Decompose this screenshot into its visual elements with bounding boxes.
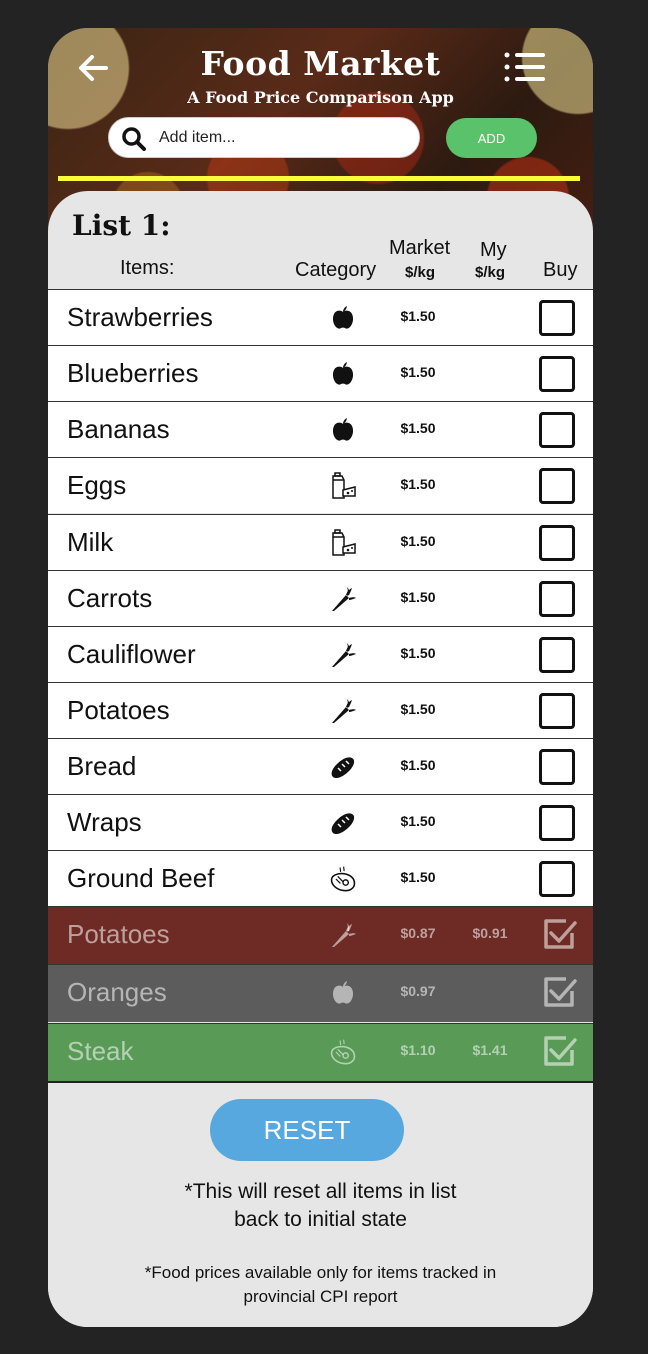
steak-icon bbox=[328, 1037, 358, 1067]
item-name: Eggs bbox=[67, 470, 127, 500]
item-name: Cauliflower bbox=[67, 639, 196, 669]
buy-checkbox[interactable] bbox=[539, 300, 575, 336]
cpi-note-line-2: provincial CPI report bbox=[243, 1287, 398, 1306]
milk-carton-cheese-icon bbox=[328, 471, 358, 501]
buy-checkbox[interactable] bbox=[539, 581, 575, 617]
steak-icon bbox=[328, 864, 358, 894]
carrot-icon bbox=[328, 640, 358, 670]
list-menu-icon[interactable] bbox=[503, 50, 547, 84]
checked-checkbox-icon[interactable] bbox=[542, 917, 578, 953]
purchased-item[interactable]: Oranges $0.97 bbox=[48, 964, 593, 1022]
checked-checkbox-icon[interactable] bbox=[542, 975, 578, 1011]
reset-note-line-1: *This will reset all items in list bbox=[184, 1180, 457, 1203]
market-price: $0.87 bbox=[400, 925, 436, 941]
column-my-unit: $/kg bbox=[475, 264, 506, 281]
list-item[interactable]: Strawberries $1.50 bbox=[48, 289, 593, 345]
item-name: Potatoes bbox=[67, 919, 170, 949]
buy-checkbox[interactable] bbox=[539, 412, 575, 448]
cpi-note: *Food prices available only for items tr… bbox=[48, 1261, 593, 1309]
phone-screen: Food Market A Food Price Comparison App … bbox=[48, 28, 593, 1327]
market-price: $0.97 bbox=[400, 983, 436, 999]
item-name: Steak bbox=[67, 1036, 134, 1066]
apple-icon bbox=[328, 303, 358, 333]
reset-button[interactable]: RESET bbox=[210, 1099, 404, 1161]
search-box bbox=[108, 117, 420, 158]
list-item[interactable]: Bananas $1.50 bbox=[48, 401, 593, 457]
column-items-label: Items: bbox=[120, 257, 175, 279]
milk-carton-cheese-icon bbox=[328, 528, 358, 558]
market-price: $1.50 bbox=[400, 476, 436, 492]
carrot-icon bbox=[328, 696, 358, 726]
item-name: Strawberries bbox=[67, 302, 213, 332]
divider-line bbox=[58, 176, 580, 181]
market-price: $1.10 bbox=[400, 1042, 436, 1058]
item-name: Wraps bbox=[67, 807, 142, 837]
column-buy-label: Buy bbox=[543, 259, 578, 281]
item-name: Milk bbox=[67, 527, 114, 557]
apple-icon bbox=[328, 415, 358, 445]
list-item[interactable]: Blueberries $1.50 bbox=[48, 345, 593, 401]
item-name: Oranges bbox=[67, 977, 167, 1007]
bread-icon bbox=[328, 808, 358, 838]
market-price: $1.50 bbox=[400, 308, 436, 324]
reset-note-line-2: back to initial state bbox=[234, 1208, 407, 1231]
add-button[interactable]: ADD bbox=[446, 118, 537, 158]
list-item[interactable]: Milk $1.50 bbox=[48, 514, 593, 570]
bread-icon bbox=[328, 752, 358, 782]
buy-checkbox[interactable] bbox=[539, 749, 575, 785]
column-my-label: My bbox=[480, 239, 507, 261]
list-title: List 1: bbox=[72, 209, 171, 242]
market-price: $1.50 bbox=[400, 813, 436, 829]
buy-checkbox[interactable] bbox=[539, 693, 575, 729]
buy-checkbox[interactable] bbox=[539, 356, 575, 392]
market-price: $1.50 bbox=[400, 364, 436, 380]
list-item[interactable]: Wraps $1.50 bbox=[48, 794, 593, 850]
buy-checkbox[interactable] bbox=[539, 805, 575, 841]
item-name: Blueberries bbox=[67, 358, 199, 388]
search-icon bbox=[122, 127, 146, 151]
market-price: $1.50 bbox=[400, 869, 436, 885]
buy-checkbox[interactable] bbox=[539, 525, 575, 561]
list-item[interactable]: Carrots $1.50 bbox=[48, 570, 593, 626]
list-item[interactable]: Bread $1.50 bbox=[48, 738, 593, 794]
carrot-icon bbox=[328, 920, 358, 950]
list-item[interactable]: Ground Beef $1.50 bbox=[48, 850, 593, 906]
apple-icon bbox=[328, 978, 358, 1008]
item-name: Carrots bbox=[67, 583, 153, 613]
buy-checkbox[interactable] bbox=[539, 637, 575, 673]
carrot-icon bbox=[328, 584, 358, 614]
cpi-note-line-1: *Food prices available only for items tr… bbox=[144, 1263, 497, 1282]
list-bottom-border bbox=[48, 1081, 593, 1083]
reset-note: *This will reset all items in list back … bbox=[48, 1178, 593, 1234]
item-name: Bananas bbox=[67, 414, 170, 444]
column-category-label: Category bbox=[295, 259, 377, 281]
add-item-input[interactable] bbox=[159, 126, 409, 150]
purchased-item[interactable]: Potatoes $0.87 $0.91 bbox=[48, 906, 593, 964]
checked-checkbox-icon[interactable] bbox=[542, 1034, 578, 1070]
column-market-unit: $/kg bbox=[405, 264, 436, 281]
list-item[interactable]: Cauliflower $1.50 bbox=[48, 626, 593, 682]
market-price: $1.50 bbox=[400, 533, 436, 549]
buy-checkbox[interactable] bbox=[539, 861, 575, 897]
item-name: Potatoes bbox=[67, 695, 170, 725]
buy-checkbox[interactable] bbox=[539, 468, 575, 504]
market-price: $1.50 bbox=[400, 420, 436, 436]
item-name: Ground Beef bbox=[67, 863, 215, 893]
purchased-item[interactable]: Steak $1.10 $1.41 bbox=[48, 1023, 593, 1081]
my-price: $0.91 bbox=[472, 925, 508, 941]
market-price: $1.50 bbox=[400, 757, 436, 773]
list-item[interactable]: Eggs $1.50 bbox=[48, 457, 593, 513]
my-price: $1.41 bbox=[472, 1042, 508, 1058]
market-price: $1.50 bbox=[400, 589, 436, 605]
app-subtitle: A Food Price Comparison App bbox=[187, 88, 454, 107]
apple-icon bbox=[328, 359, 358, 389]
market-price: $1.50 bbox=[400, 645, 436, 661]
column-market-label: Market bbox=[389, 237, 451, 259]
item-name: Bread bbox=[67, 751, 137, 781]
list-item[interactable]: Potatoes $1.50 bbox=[48, 682, 593, 738]
market-price: $1.50 bbox=[400, 701, 436, 717]
